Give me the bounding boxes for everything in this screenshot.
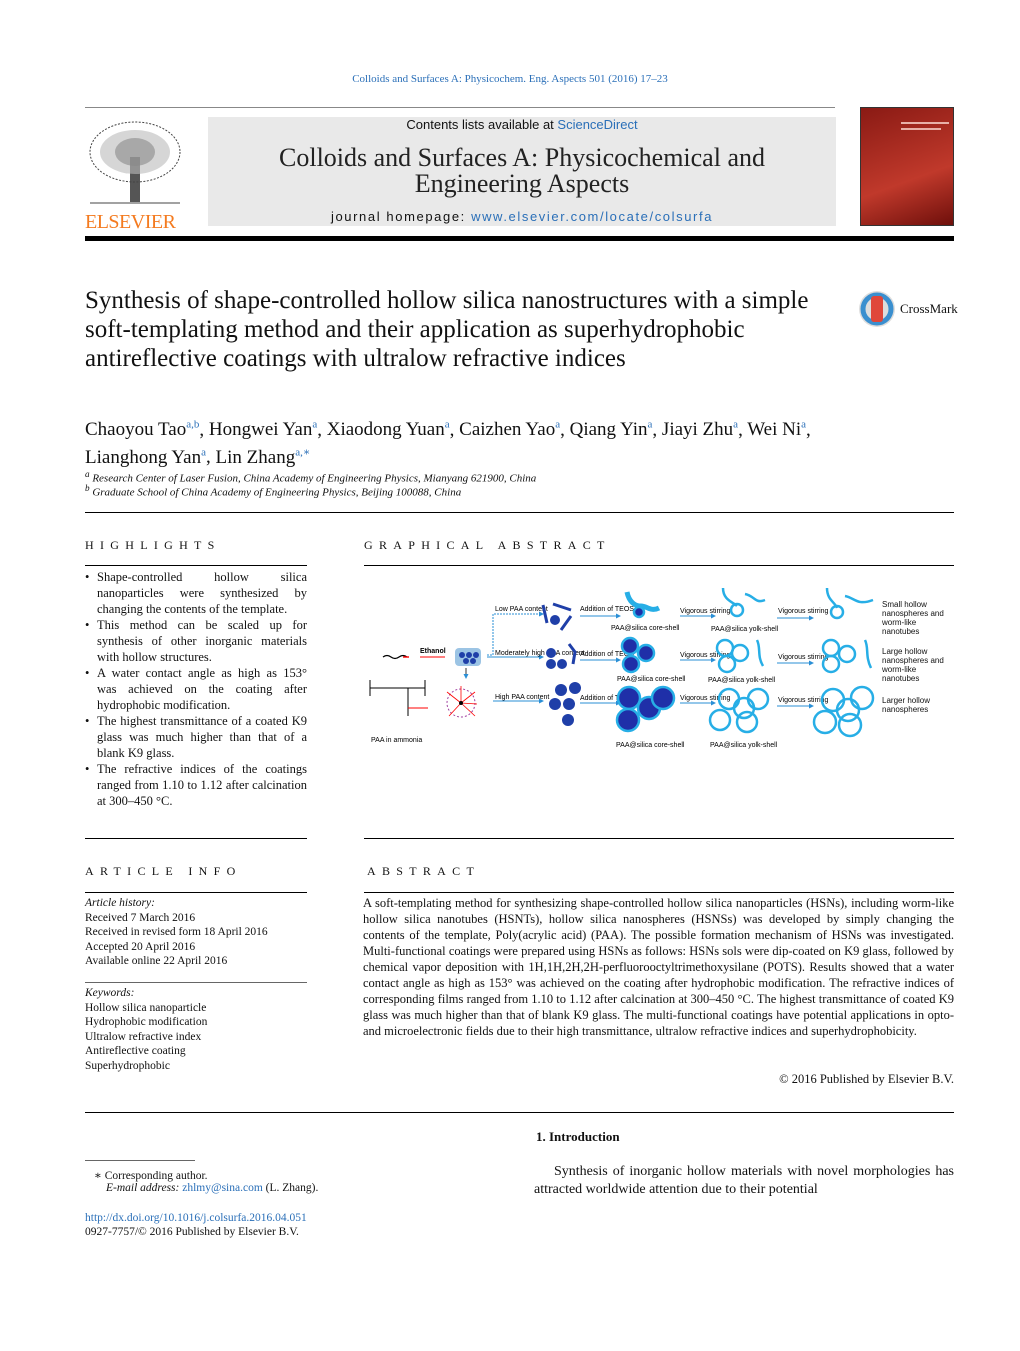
elsevier-logo[interactable]: ELSEVIER bbox=[85, 117, 185, 232]
label-stirring: Vigorous stirring bbox=[680, 608, 731, 615]
label-moderate-paa: Moderately high PAA content bbox=[495, 650, 585, 657]
author[interactable]: Wei Nia bbox=[747, 419, 806, 440]
divider bbox=[85, 1160, 195, 1161]
label-core-shell: PAA@silica core-shell bbox=[611, 625, 680, 632]
graphical-abstract-figure[interactable]: Ethanol PAA in ammonia Low PAA content M… bbox=[365, 580, 955, 760]
author[interactable]: Xiaodong Yuana bbox=[327, 419, 450, 440]
sciencedirect-link[interactable]: ScienceDirect bbox=[557, 117, 637, 132]
article-title: Synthesis of shape-controlled hollow sil… bbox=[85, 287, 809, 372]
author[interactable]: Qiang Yina bbox=[570, 419, 653, 440]
divider bbox=[85, 838, 307, 839]
journal-title: Colloids and Surfaces A: Physicochemical… bbox=[279, 143, 765, 198]
highlights-heading: HIGHLIGHTS bbox=[85, 538, 221, 552]
abstract-heading: ABSTRACT bbox=[367, 864, 481, 878]
email-link[interactable]: zhlmy@sina.com bbox=[182, 1182, 263, 1194]
affiliation-b: b Graduate School of China Academy of En… bbox=[85, 483, 462, 499]
doi-link[interactable]: http://dx.doi.org/10.1016/j.colsurfa.201… bbox=[85, 1212, 307, 1224]
micelle-icon bbox=[446, 686, 478, 718]
paa-structure-icon bbox=[369, 680, 426, 716]
elsevier-wordmark: ELSEVIER bbox=[85, 211, 176, 233]
crossmark-button[interactable]: CrossMark bbox=[858, 290, 958, 328]
label-stirring: Vigorous stirring bbox=[778, 608, 829, 615]
highlight-item: The highest transmittance of a coated K9… bbox=[85, 713, 307, 761]
divider bbox=[85, 512, 954, 513]
label-core-shell: PAA@silica core-shell bbox=[616, 742, 685, 749]
highlight-item: Shape-controlled hollow silica nanoparti… bbox=[85, 569, 307, 617]
article-history: Article history: Received 7 March 2016 Re… bbox=[85, 897, 268, 967]
homepage-label: journal homepage: bbox=[330, 209, 472, 224]
label-paa-ammonia: PAA in ammonia bbox=[371, 737, 422, 744]
label-high-paa: High PAA content bbox=[495, 694, 549, 701]
copyright: © 2016 Published by Elsevier B.V. bbox=[779, 1072, 954, 1086]
divider bbox=[364, 892, 954, 893]
author[interactable]: Jiayi Zhua bbox=[662, 419, 738, 440]
divider bbox=[85, 982, 307, 983]
divider-thick bbox=[85, 236, 954, 241]
highlight-item: A water contact angle as high as 153° wa… bbox=[85, 665, 307, 713]
journal-cover[interactable] bbox=[860, 107, 954, 226]
article-info-heading: ARTICLE INFO bbox=[85, 864, 242, 878]
author[interactable]: Lianghong Yana bbox=[85, 446, 206, 467]
label-stirring: Vigorous stirring bbox=[680, 695, 731, 702]
highlight-item: The refractive indices of the coatings r… bbox=[85, 761, 307, 809]
divider bbox=[364, 838, 954, 839]
label-result-large: Large hollow nanospheres and worm-like n… bbox=[882, 647, 944, 683]
label-stirring: Vigorous stirring bbox=[778, 654, 829, 661]
label-yolk-shell: PAA@silica yolk-shell bbox=[710, 742, 778, 749]
author-list: Chaoyou Taoa,b, Hongwei Yana, Xiaodong Y… bbox=[85, 419, 811, 468]
corresponding-author: ∗ Corresponding author. bbox=[94, 1170, 208, 1182]
contents-label: Contents lists available at bbox=[406, 117, 558, 132]
label-yolk-shell: PAA@silica yolk-shell bbox=[708, 677, 776, 684]
issn: 0927-7757/© 2016 Published by Elsevier B… bbox=[85, 1226, 299, 1238]
author[interactable]: Chaoyou Taoa,b bbox=[85, 419, 199, 440]
homepage-link[interactable]: www.elsevier.com/locate/colsurfa bbox=[471, 209, 713, 224]
abstract-text: A soft-templating method for synthesizin… bbox=[363, 896, 954, 1038]
keywords: Keywords: Hollow silica nanoparticle Hydr… bbox=[85, 987, 208, 1072]
label-result-larger: Larger hollow nanospheres bbox=[882, 696, 931, 714]
crossmark-icon bbox=[859, 291, 895, 327]
author[interactable]: Caizhen Yaoa bbox=[459, 419, 560, 440]
label-low-paa: Low PAA content bbox=[495, 606, 548, 613]
divider bbox=[85, 1112, 954, 1113]
divider bbox=[364, 565, 954, 566]
divider bbox=[85, 892, 307, 893]
graphical-abstract-heading: GRAPHICAL ABSTRACT bbox=[364, 538, 611, 552]
label-ethanol: Ethanol bbox=[420, 648, 446, 655]
introduction-heading: 1. Introduction bbox=[536, 1129, 620, 1144]
highlight-item: This method can be scaled up for synthes… bbox=[85, 617, 307, 665]
author[interactable]: Hongwei Yana bbox=[209, 419, 317, 440]
label-teos: Addition of TEOS bbox=[580, 606, 634, 613]
divider bbox=[85, 565, 307, 566]
label-core-shell: PAA@silica core-shell bbox=[617, 676, 686, 683]
introduction-text: Synthesis of inorganic hollow materials … bbox=[534, 1164, 954, 1197]
label-yolk-shell: PAA@silica yolk-shell bbox=[711, 626, 779, 633]
label-result-small: Small hollow nanospheres and worm-like n… bbox=[882, 600, 944, 636]
author[interactable]: Lin Zhanga,∗ bbox=[216, 446, 311, 467]
divider bbox=[85, 107, 835, 108]
highlights-list: Shape-controlled hollow silica nanoparti… bbox=[85, 569, 307, 809]
email-line: E-mail address: zhlmy@sina.com (L. Zhang… bbox=[106, 1182, 319, 1194]
journal-reference[interactable]: Colloids and Surfaces A: Physicochem. En… bbox=[0, 73, 1020, 85]
journal-banner: Contents lists available at ScienceDirec… bbox=[208, 117, 836, 226]
tree-icon bbox=[89, 121, 181, 204]
crossmark-label: CrossMark bbox=[900, 301, 958, 316]
